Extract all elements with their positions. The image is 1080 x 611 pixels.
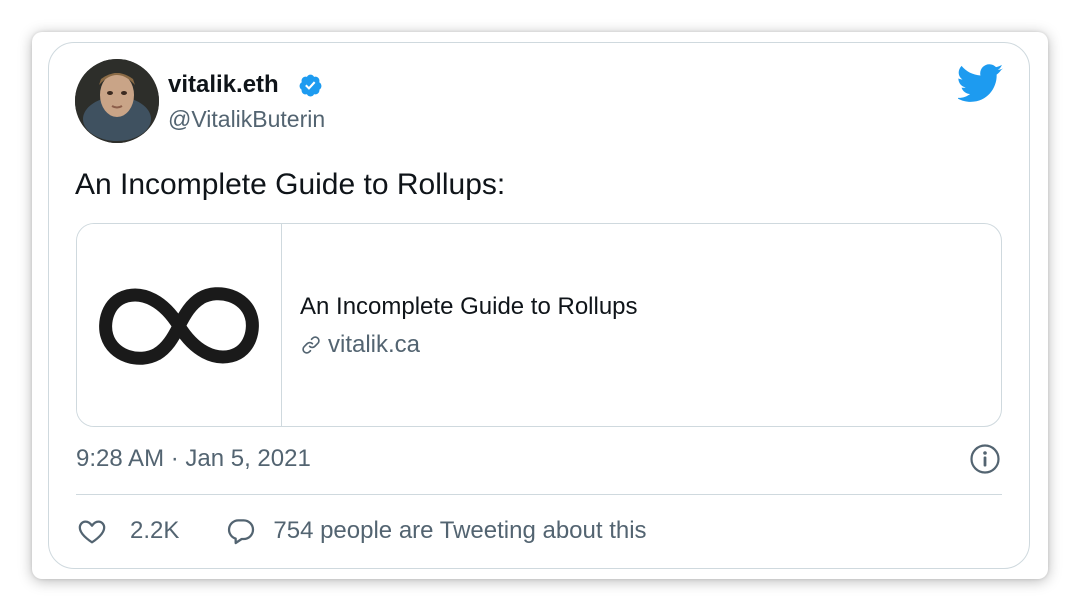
info-icon[interactable] <box>969 443 1001 475</box>
like-button[interactable]: 2.2K <box>76 515 179 547</box>
display-name[interactable]: vitalik.eth <box>168 71 279 99</box>
link-preview-card[interactable]: An Incomplete Guide to Rollups vitalik.c… <box>76 223 1002 427</box>
link-icon <box>302 336 320 354</box>
link-card-domain: vitalik.ca <box>328 331 421 358</box>
tweet-text: An Incomplete Guide to Rollups: <box>75 168 506 201</box>
infinity-icon <box>99 287 259 365</box>
link-card-title[interactable]: An Incomplete Guide to Rollups <box>300 292 638 322</box>
speech-bubble-icon <box>228 519 255 545</box>
tweet-actions: 2.2K 754 people are Tweeting about this <box>76 514 647 548</box>
tweeting-about-label: 754 people are Tweeting about this <box>273 517 647 544</box>
reply-button[interactable]: 754 people are Tweeting about this <box>225 515 647 547</box>
link-thumbnail[interactable] <box>77 224 282 426</box>
tweet-timestamp[interactable]: 9:28 AM · Jan 5, 2021 <box>76 444 311 474</box>
divider <box>76 494 1002 495</box>
link-card-domain-row[interactable]: vitalik.ca <box>300 330 420 360</box>
verified-badge-icon <box>299 74 322 97</box>
twitter-bird-icon[interactable] <box>958 64 1004 102</box>
heart-icon <box>78 520 106 544</box>
avatar[interactable] <box>75 59 159 143</box>
like-count: 2.2K <box>130 517 180 544</box>
author-handle[interactable]: @VitalikButerin <box>168 105 325 133</box>
